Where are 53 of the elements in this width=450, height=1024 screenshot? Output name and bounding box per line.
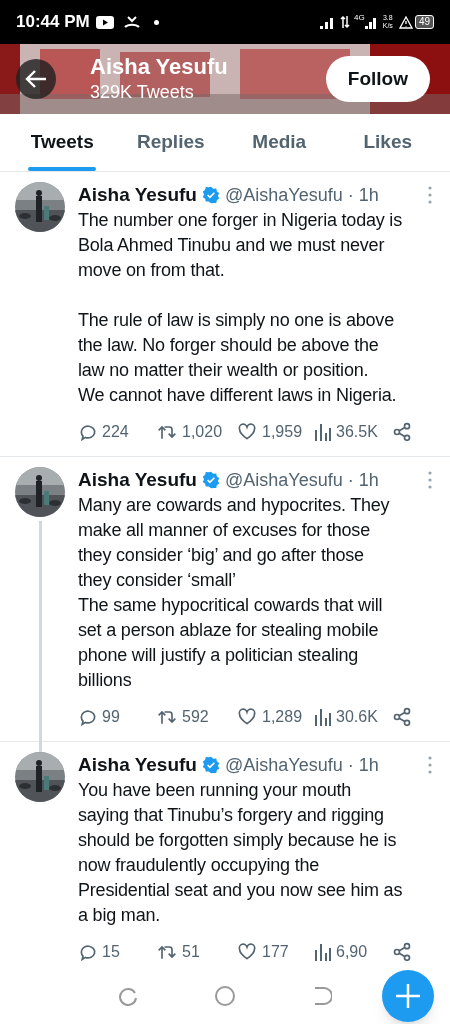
reply-icon[interactable]: [78, 422, 98, 442]
view-count: 36.5K: [336, 422, 378, 442]
handle-and-time: @AishaYesufu · 1h: [225, 183, 379, 207]
reply-icon[interactable]: [78, 707, 98, 727]
view-count: 6,90: [336, 942, 368, 962]
tweet-text: Many are cowards and hypocrites. They make all manner of excuses for those they consider ‘big’ and go after those they consider ‘small’ The same hypocritical cowards that will set a person ablaze for stealing mobile phone will justify a politician stealing billions: [78, 494, 391, 692]
share-icon[interactable]: [392, 942, 412, 962]
tab[interactable]: Replies: [116, 114, 225, 171]
like-count: 1,289: [262, 707, 303, 727]
reply-count: 224: [102, 422, 129, 442]
data-arrows-icon: [340, 15, 351, 29]
author-name[interactable]: Aisha Yesufu: [78, 180, 197, 210]
tweet-text: You have been running your mouth saying that Tinubu’s forgery and rigging should be forgotten simply because he is now fraudulently occupying the Presidential seat and you now see him as a big man.: [78, 779, 404, 927]
tweet-count: 329K Tweets: [90, 81, 195, 104]
tab[interactable]: Media: [225, 114, 334, 171]
like-count: 177: [262, 942, 289, 962]
share-icon[interactable]: [392, 422, 412, 442]
tab[interactable]: Likes: [333, 114, 442, 171]
heart-icon[interactable]: [236, 707, 258, 727]
battery-level: 49: [414, 15, 434, 29]
reply-icon[interactable]: [78, 942, 98, 962]
bar-chart-icon[interactable]: [314, 422, 332, 442]
tab[interactable]: Tweets: [8, 114, 117, 171]
status-time: 10:44 PM: [16, 11, 90, 34]
handle-and-time: @AishaYesufu · 1h: [225, 468, 379, 492]
follow-button[interactable]: Follow: [325, 56, 430, 102]
back-arrow-icon: [25, 69, 47, 89]
reply-count: 99: [102, 707, 120, 727]
retweet-count: 1,020: [182, 422, 223, 442]
author-name[interactable]: Aisha Yesufu: [78, 465, 197, 495]
heart-icon[interactable]: [236, 422, 258, 442]
missed-call-icon: [123, 15, 140, 29]
heart-icon[interactable]: [236, 942, 258, 962]
tweet-text: The number one forger in Nigeria today is Bola Ahmed Tinubu and we must never move on from that. The rule of law is simply no one is above the law. No forger should be above the law no matter their wealth or position. We cannot have different laws in Nigeria.: [78, 209, 403, 407]
video-play-icon: [95, 15, 114, 29]
back-icon[interactable]: [312, 986, 332, 1006]
like-count: 1,959: [262, 422, 303, 442]
retweet-count: 592: [182, 707, 209, 727]
bar-chart-icon[interactable]: [314, 707, 332, 727]
home-icon[interactable]: [214, 985, 236, 1007]
share-icon[interactable]: [392, 707, 412, 727]
reply-count: 15: [102, 942, 120, 962]
warning-icon: [398, 15, 413, 29]
author-name[interactable]: Aisha Yesufu: [78, 750, 197, 780]
profile-name: Aisha Yesufu: [90, 54, 228, 80]
handle-and-time: @AishaYesufu · 1h: [225, 753, 379, 777]
plus-icon: [395, 983, 421, 1009]
bar-chart-icon[interactable]: [314, 942, 332, 962]
view-count: 30.6K: [336, 707, 378, 727]
recent-apps-icon[interactable]: [118, 986, 138, 1006]
network-type: 4G: [354, 12, 365, 24]
signal-icon: [364, 15, 377, 29]
retweet-count: 51: [182, 942, 200, 962]
